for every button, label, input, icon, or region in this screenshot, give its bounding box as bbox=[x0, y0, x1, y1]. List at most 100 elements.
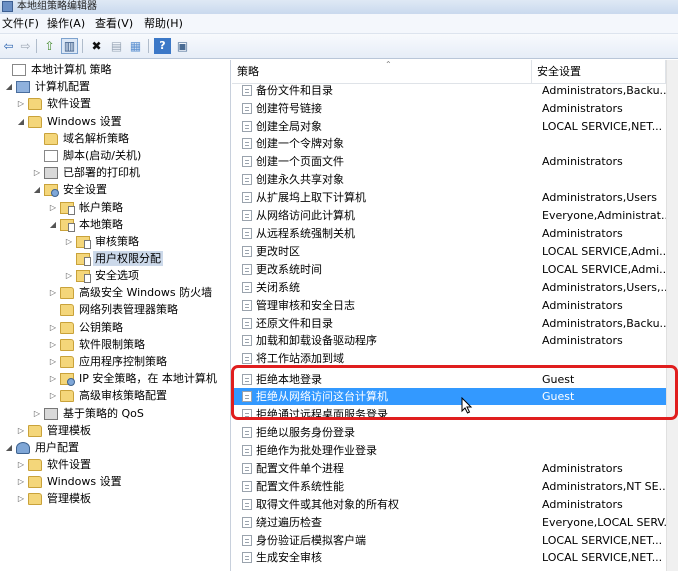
list-row-remove-from-docking-station[interactable]: 从扩展坞上取下计算机 Administrators,Users bbox=[232, 189, 666, 206]
menu-action[interactable]: 操作(A) bbox=[47, 17, 85, 31]
list-row-manage-auditing-log[interactable]: 管理审核和安全日志 Administrators bbox=[232, 297, 666, 314]
export-list-icon[interactable]: ▦ bbox=[127, 38, 144, 54]
tree-label: Windows 设置 bbox=[47, 475, 122, 488]
security-setting-value: Administrators bbox=[542, 155, 623, 168]
list-row-change-time-zone[interactable]: 更改时区 LOCAL SERVICE,Admi... bbox=[232, 243, 670, 260]
tree-expander[interactable]: ◢ bbox=[32, 185, 42, 194]
show-hide-console-tree-icon[interactable]: ▥ bbox=[61, 38, 78, 54]
tree-expander[interactable]: ▷ bbox=[48, 391, 58, 400]
list-row-change-system-time[interactable]: 更改系统时间 LOCAL SERVICE,Admi... bbox=[232, 261, 670, 278]
tree-item-application-control[interactable]: ▷ 应用程序控制策略 bbox=[48, 353, 169, 370]
column-header-policy[interactable]: 策略 ⌃ bbox=[232, 60, 532, 84]
list-row-create-symbolic-links[interactable]: 创建符号链接 Administrators bbox=[232, 100, 666, 117]
list-row-generate-security-audits[interactable]: 生成安全审核 LOCAL SERVICE,NET... bbox=[232, 549, 666, 566]
tree-expander[interactable]: ◢ bbox=[4, 443, 14, 452]
tree-item-policy-based-qos[interactable]: ▷ 基于策略的 QoS bbox=[32, 405, 146, 422]
list-row-deny-service-logon[interactable]: 拒绝以服务身份登录 bbox=[232, 424, 666, 441]
tree-label: 本地策略 bbox=[79, 218, 123, 231]
tree-item-user-software-settings[interactable]: ▷ 软件设置 bbox=[16, 456, 93, 473]
tree-label: 管理模板 bbox=[47, 492, 91, 505]
list-row-backup-files[interactable]: 备份文件和目录 Administrators,Backu... bbox=[232, 82, 670, 99]
tree-item-ip-security-policies[interactable]: ▷ IP 安全策略，在 本地计算机 bbox=[48, 370, 219, 387]
tree-item-software-restriction[interactable]: ▷ 软件限制策略 bbox=[48, 336, 147, 353]
list-row-access-from-network[interactable]: 从网络访问此计算机 Everyone,Administrat... bbox=[232, 207, 671, 224]
list-row-deny-batch-logon[interactable]: 拒绝作为批处理作业登录 bbox=[232, 442, 666, 459]
tree-expander[interactable]: ▷ bbox=[16, 477, 26, 486]
help-icon[interactable]: ? bbox=[154, 38, 171, 54]
tree-expander[interactable]: ▷ bbox=[16, 426, 26, 435]
menu-file[interactable]: 文件(F) bbox=[2, 17, 39, 31]
tree-expander[interactable]: ▷ bbox=[48, 374, 58, 383]
tree-expander[interactable]: ▷ bbox=[32, 409, 42, 418]
tree-item-local-computer-policy[interactable]: 本地计算机 策略 bbox=[0, 61, 114, 78]
toggle-pane-icon[interactable]: ▣ bbox=[174, 38, 191, 54]
tree-item-network-list-manager[interactable]: 网络列表管理器策略 bbox=[48, 301, 180, 318]
tree-expander[interactable]: ▷ bbox=[48, 357, 58, 366]
tree-expander[interactable]: ▷ bbox=[16, 494, 26, 503]
tree-expander[interactable]: ▷ bbox=[48, 203, 58, 212]
list-row-create-pagefile[interactable]: 创建一个页面文件 Administrators bbox=[232, 153, 666, 170]
tree-item-windows-firewall[interactable]: ▷ 高级安全 Windows 防火墙 bbox=[48, 284, 214, 301]
list-row-create-token-object[interactable]: 创建一个令牌对象 bbox=[232, 135, 666, 152]
tree-item-advanced-audit[interactable]: ▷ 高级审核策略配置 bbox=[48, 387, 169, 404]
tree-item-user-configuration[interactable]: ◢ 用户配置 bbox=[4, 439, 81, 456]
policy-setting-icon bbox=[242, 228, 252, 239]
security-setting-value: LOCAL SERVICE,NET... bbox=[542, 551, 663, 564]
list-row-deny-rds-logon[interactable]: 拒绝通过远程桌面服务登录 bbox=[232, 406, 666, 423]
tree-item-local-policies[interactable]: ◢ 本地策略 bbox=[48, 216, 125, 233]
tree-expander[interactable]: ▷ bbox=[48, 340, 58, 349]
tree-expander[interactable]: ◢ bbox=[16, 117, 26, 126]
tree-item-name-resolution-policy[interactable]: 域名解析策略 bbox=[32, 130, 131, 147]
tree-item-scripts[interactable]: 脚本(启动/关机) bbox=[32, 147, 143, 164]
list-row-impersonate-client[interactable]: 身份验证后模拟客户端 LOCAL SERVICE,NET... bbox=[232, 532, 666, 549]
tree-item-software-settings[interactable]: ▷ 软件设置 bbox=[16, 95, 93, 112]
tree-item-computer-configuration[interactable]: ◢ 计算机配置 bbox=[4, 78, 92, 95]
list-row-create-global-objects[interactable]: 创建全局对象 LOCAL SERVICE,NET... bbox=[232, 118, 666, 135]
list-row-deny-network-access[interactable]: 拒绝从网络访问这台计算机 Guest bbox=[232, 388, 666, 405]
vertical-scrollbar[interactable] bbox=[666, 60, 678, 571]
list-row-add-workstations-to-domain[interactable]: 将工作站添加到域 bbox=[232, 350, 666, 367]
delete-icon[interactable]: ✖ bbox=[88, 38, 105, 54]
tree-expander[interactable]: ▷ bbox=[64, 271, 74, 280]
tree-item-user-rights-assignment[interactable]: 用户权限分配 bbox=[64, 250, 163, 267]
menu-view[interactable]: 查看(V) bbox=[95, 17, 133, 31]
tree-expander[interactable]: ▷ bbox=[48, 323, 58, 332]
tree-expander[interactable]: ◢ bbox=[4, 82, 14, 91]
tree-expander[interactable]: ▷ bbox=[48, 288, 58, 297]
tree-item-administrative-templates[interactable]: ▷ 管理模板 bbox=[16, 422, 93, 439]
tree-item-user-administrative-templates[interactable]: ▷ 管理模板 bbox=[16, 490, 93, 507]
tree-item-user-windows-settings[interactable]: ▷ Windows 设置 bbox=[16, 473, 124, 490]
list-row-profile-system-performance[interactable]: 配置文件系统性能 Administrators,NT SE... bbox=[232, 478, 669, 495]
menu-help[interactable]: 帮助(H) bbox=[144, 17, 183, 31]
tree-expander[interactable]: ▷ bbox=[16, 99, 26, 108]
tree-expander[interactable]: ▷ bbox=[32, 168, 42, 177]
list-row-restore-files[interactable]: 还原文件和目录 Administrators,Backu... bbox=[232, 315, 670, 332]
tree-item-deployed-printers[interactable]: ▷ 已部署的打印机 bbox=[32, 164, 142, 181]
list-row-deny-local-logon[interactable]: 拒绝本地登录 Guest bbox=[232, 371, 666, 388]
tree-item-security-settings[interactable]: ◢ 安全设置 bbox=[32, 181, 109, 198]
tree-item-account-policies[interactable]: ▷ 帐户策略 bbox=[48, 199, 125, 216]
tree-label: Windows 设置 bbox=[47, 115, 122, 128]
list-row-create-permanent-shared-objects[interactable]: 创建永久共享对象 bbox=[232, 171, 666, 188]
policy-setting-icon bbox=[242, 246, 252, 257]
tree-item-public-key-policies[interactable]: ▷ 公钥策略 bbox=[48, 319, 125, 336]
list-row-bypass-traverse-checking[interactable]: 绕过遍历检查 Everyone,LOCAL SERV... bbox=[232, 514, 674, 531]
forward-arrow-icon[interactable]: ⇨ bbox=[17, 38, 34, 54]
tree-label: IP 安全策略，在 本地计算机 bbox=[79, 372, 217, 385]
list-row-load-device-drivers[interactable]: 加载和卸载设备驱动程序 Administrators bbox=[232, 332, 666, 349]
back-arrow-icon[interactable]: ⇦ bbox=[0, 38, 17, 54]
tree-expander[interactable]: ▷ bbox=[64, 237, 74, 246]
list-row-shut-down-system[interactable]: 关闭系统 Administrators,Users,... bbox=[232, 279, 671, 296]
tree-expander[interactable]: ▷ bbox=[16, 460, 26, 469]
tree-expander[interactable]: ◢ bbox=[48, 220, 58, 229]
policy-setting-icon bbox=[242, 318, 252, 329]
tree-item-security-options[interactable]: ▷ 安全选项 bbox=[64, 267, 141, 284]
list-row-take-ownership[interactable]: 取得文件或其他对象的所有权 Administrators bbox=[232, 496, 666, 513]
up-folder-icon[interactable]: ⇧ bbox=[41, 38, 58, 54]
tree-item-windows-settings[interactable]: ◢ Windows 设置 bbox=[16, 113, 124, 130]
list-row-profile-single-process[interactable]: 配置文件单个进程 Administrators bbox=[232, 460, 666, 477]
tree-item-audit-policy[interactable]: ▷ 审核策略 bbox=[64, 233, 141, 250]
column-header-security-setting[interactable]: 安全设置 bbox=[532, 60, 666, 84]
properties-icon[interactable]: ▤ bbox=[108, 38, 125, 54]
list-row-force-remote-shutdown[interactable]: 从远程系统强制关机 Administrators bbox=[232, 225, 666, 242]
